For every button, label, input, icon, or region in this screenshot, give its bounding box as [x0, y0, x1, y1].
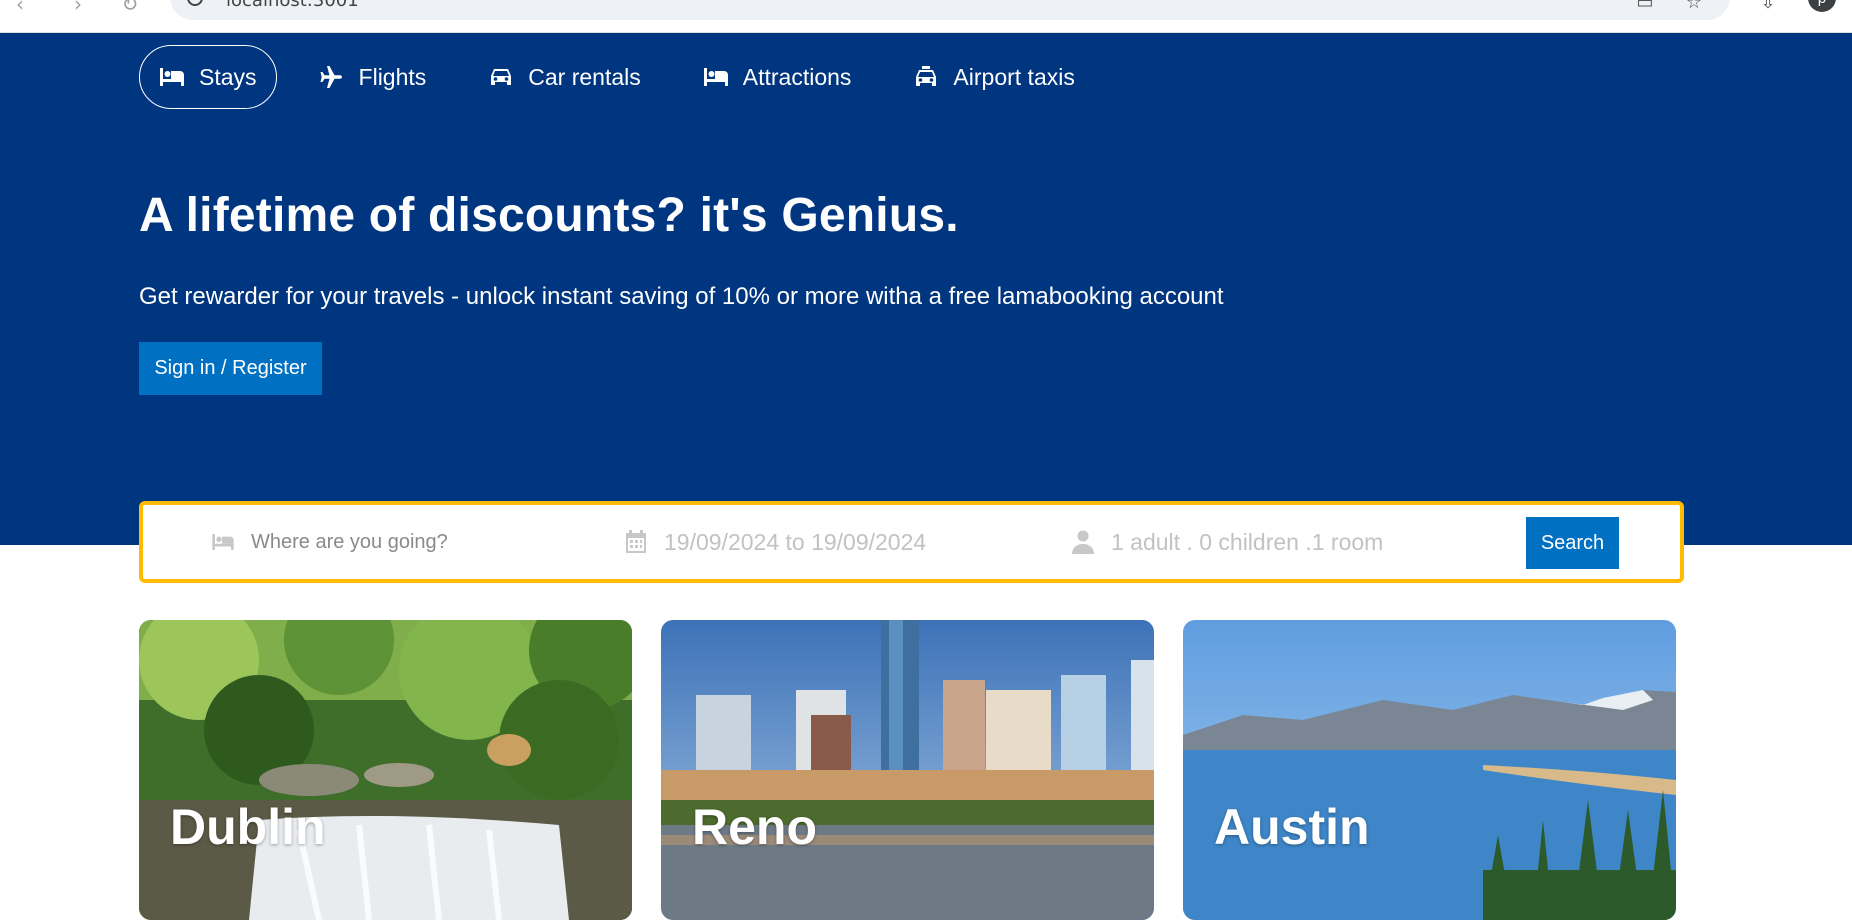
austin-image [1183, 620, 1676, 920]
address-url[interactable]: localhost:3001 [226, 0, 359, 11]
header: Stays Flights Car rentals Attractions Ai… [0, 33, 1852, 545]
bed-icon [209, 530, 237, 554]
search-button[interactable]: Search [1526, 517, 1619, 569]
bed-icon [159, 66, 185, 88]
nav-item-label: Attractions [742, 63, 852, 90]
taxi-icon [913, 66, 939, 88]
city-name: Dublin [170, 799, 326, 855]
address-bar[interactable] [170, 0, 1730, 20]
person-icon [1069, 530, 1097, 554]
nav-item-label: Stays [199, 63, 257, 90]
sign-in-register-button[interactable]: Sign in / Register [139, 342, 322, 395]
destination-field [209, 505, 551, 579]
hero-description: Get rewarder for your travels - unlock i… [139, 283, 1224, 310]
featured-card-austin[interactable]: Austin [1183, 620, 1676, 920]
bookmark-star-icon[interactable]: ☆ [1681, 0, 1707, 12]
browser-toolbar: ‹ › ↻ localhost:3001 ▭ ☆ ⇩ p [0, 0, 1852, 33]
dublin-image [139, 620, 632, 920]
date-field[interactable]: 19/09/2024 to 19/09/2024 [622, 505, 926, 579]
reno-image [661, 620, 1154, 920]
cast-icon[interactable]: ▭ [1632, 0, 1658, 12]
nav-item-flights[interactable]: Flights [299, 45, 447, 109]
featured-cities: Dublin Reno Austin [139, 620, 1676, 920]
nav-item-label: Flights [358, 63, 427, 90]
featured-card-dublin[interactable]: Dublin [139, 620, 632, 920]
guests-text[interactable]: 1 adult . 0 children .1 room [1111, 529, 1383, 556]
back-icon[interactable]: ‹ [8, 0, 32, 14]
calendar-icon [622, 530, 650, 554]
plane-icon [319, 66, 345, 88]
nav-item-airport-taxis[interactable]: Airport taxis [893, 45, 1094, 109]
profile-avatar[interactable]: p [1808, 0, 1836, 12]
nav-item-label: Car rentals [528, 63, 641, 90]
nav-item-car-rentals[interactable]: Car rentals [468, 45, 660, 109]
date-range-text[interactable]: 19/09/2024 to 19/09/2024 [664, 529, 926, 556]
city-name: Reno [692, 799, 817, 855]
guests-field[interactable]: 1 adult . 0 children .1 room [1069, 505, 1383, 579]
destination-input[interactable] [251, 530, 551, 554]
hero-title: A lifetime of discounts? it's Genius. [139, 189, 959, 242]
nav-item-stays[interactable]: Stays [139, 45, 277, 109]
car-icon [488, 66, 514, 88]
search-bar: 19/09/2024 to 19/09/2024 1 adult . 0 chi… [139, 501, 1684, 583]
reload-icon[interactable]: ↻ [118, 0, 142, 14]
city-name: Austin [1214, 799, 1370, 855]
download-icon[interactable]: ⇩ [1755, 0, 1781, 12]
nav-item-attractions[interactable]: Attractions [683, 45, 872, 109]
header-nav: Stays Flights Car rentals Attractions Ai… [139, 45, 1117, 109]
forward-icon[interactable]: › [66, 0, 90, 14]
nav-item-label: Airport taxis [953, 63, 1075, 90]
site-info-icon[interactable] [186, 0, 204, 8]
featured-card-reno[interactable]: Reno [661, 620, 1154, 920]
bed-icon [703, 66, 729, 88]
